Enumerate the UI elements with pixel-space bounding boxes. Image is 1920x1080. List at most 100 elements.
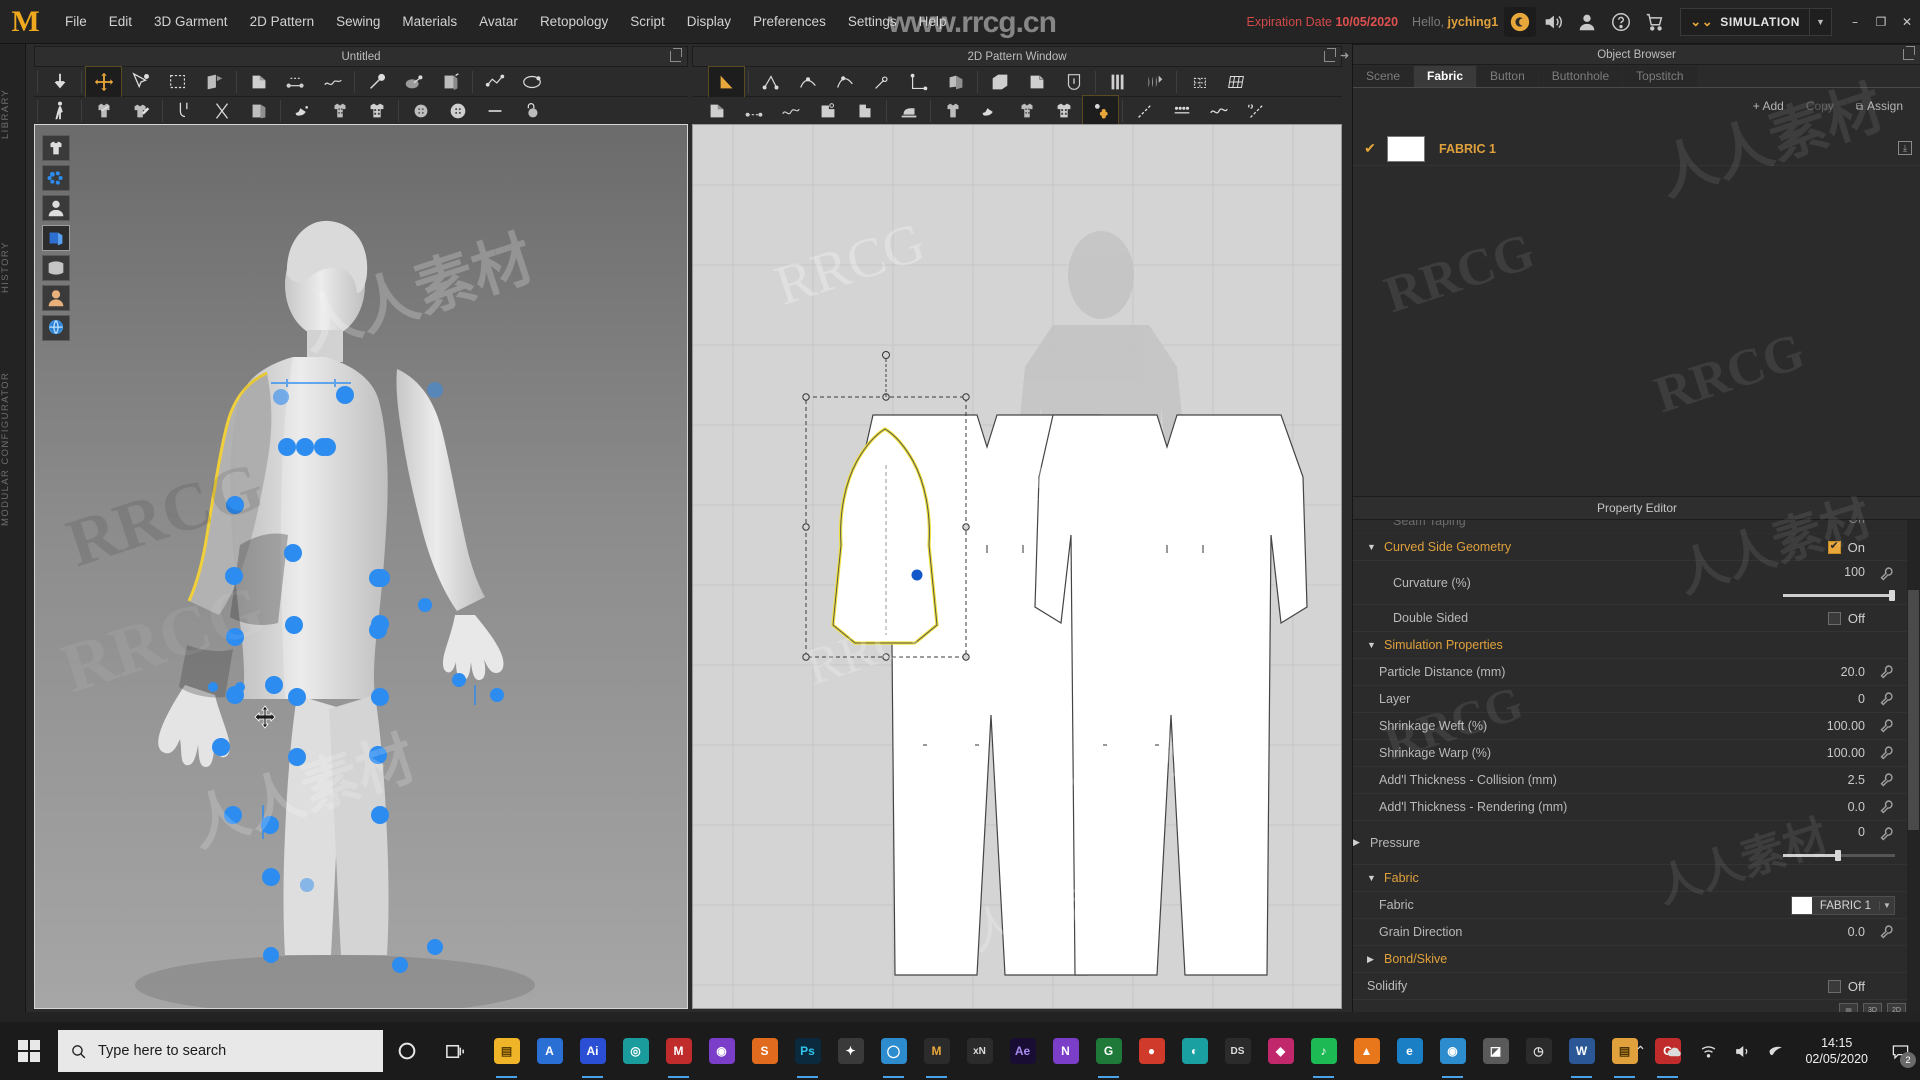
volume-icon[interactable]	[1725, 1022, 1759, 1080]
user-account-icon[interactable]	[1570, 0, 1604, 44]
layer-value[interactable]: 0	[1858, 692, 1865, 706]
tool-buttonhole-shirt-icon[interactable]	[358, 95, 395, 127]
double-sided-toggle[interactable]: Off	[1827, 611, 1865, 626]
taskbar-app-16[interactable]: ◐	[1173, 1022, 1216, 1080]
wrench-icon[interactable]	[1879, 924, 1895, 940]
property-group-curved-side-geometry[interactable]: ▼ Curved Side Geometry On	[1353, 534, 1907, 561]
property-row-grain-direction[interactable]: Grain Direction 0.0	[1353, 919, 1907, 946]
property-row-seam-taping[interactable]: Seam Taping On	[1353, 520, 1907, 534]
fabric-select[interactable]: FABRIC 1 ▼	[1790, 896, 1895, 915]
add-fabric-button[interactable]: + Add	[1744, 96, 1793, 116]
tool-edit-pattern-icon[interactable]	[708, 66, 745, 98]
tool-sew-free-icon[interactable]	[772, 95, 809, 127]
tool-button-icon[interactable]	[402, 95, 439, 127]
taskbar-app-17[interactable]: DS	[1216, 1022, 1259, 1080]
wrench-icon[interactable]	[1879, 826, 1895, 842]
chevron-down-icon[interactable]: ▼	[1367, 873, 1381, 883]
menu-materials[interactable]: Materials	[391, 0, 468, 44]
expand-object-browser-icon[interactable]	[1903, 46, 1915, 60]
taskbar-app-21[interactable]: e	[1388, 1022, 1431, 1080]
wrench-icon[interactable]	[1879, 772, 1895, 788]
list-item[interactable]: ✔ FABRIC 1 ⤓	[1353, 132, 1920, 166]
viewport-3d[interactable]: RRCG 人人素材 人人素材	[34, 124, 688, 1009]
expand-3d-icon[interactable]	[670, 48, 682, 62]
menu-file[interactable]: File	[54, 0, 98, 44]
taskbar-app-19[interactable]: ♪	[1302, 1022, 1345, 1080]
tool-particle-view-icon[interactable]	[1082, 94, 1119, 127]
tab-topstitch[interactable]: Topstitch	[1623, 66, 1697, 87]
wrench-icon[interactable]	[1879, 691, 1895, 707]
tool-curve-point-icon[interactable]	[826, 66, 863, 98]
fabric-color-swatch[interactable]	[1387, 135, 1425, 162]
tool-box-select-icon[interactable]	[159, 66, 196, 98]
tool-transform-icon[interactable]	[85, 66, 122, 98]
pressure-slider[interactable]	[1783, 850, 1895, 861]
tool-avatar-walk-icon[interactable]	[41, 95, 78, 127]
window-minimize-button[interactable]: –	[1842, 11, 1868, 33]
menu-sewing[interactable]: Sewing	[325, 0, 391, 44]
taskbar-app-24[interactable]: ◷	[1517, 1022, 1560, 1080]
tool-fold-arrangement-icon[interactable]	[196, 66, 233, 98]
property-row-particle-distance[interactable]: Particle Distance (mm) 20.0	[1353, 659, 1907, 686]
tool-free-sewing-icon[interactable]	[314, 66, 351, 98]
taskbar-app-8[interactable]: ✦	[829, 1022, 872, 1080]
property-row-addl-thickness-collision[interactable]: Add'l Thickness - Collision (mm) 2.5	[1353, 767, 1907, 794]
curvature-slider[interactable]	[1783, 590, 1895, 601]
taskbar-app-3[interactable]: ◎	[614, 1022, 657, 1080]
wrench-icon[interactable]	[1879, 799, 1895, 815]
show-particles-icon[interactable]	[42, 165, 70, 191]
chevron-right-icon[interactable]: ▶	[1353, 837, 1367, 848]
tool-grade-icon[interactable]	[1180, 66, 1217, 98]
chevron-right-icon[interactable]: ▶	[1367, 954, 1381, 965]
tool-mesh-deform-icon[interactable]	[513, 66, 550, 98]
menu-avatar[interactable]: Avatar	[468, 0, 529, 44]
tool-sew-pattern-icon[interactable]	[698, 95, 735, 127]
taskbar-app-0[interactable]: ▤	[485, 1022, 528, 1080]
tool-buttonhole-2d-icon[interactable]	[1045, 95, 1082, 127]
property-row-fabric[interactable]: Fabric FABRIC 1 ▼	[1353, 892, 1907, 919]
sound-icon[interactable]	[1536, 0, 1570, 44]
menu-3d-garment[interactable]: 3D Garment	[143, 0, 239, 44]
menu-retopology[interactable]: Retopology	[529, 0, 619, 44]
tool-paint-2d-icon[interactable]	[971, 95, 1008, 127]
tool-sew-edit-icon[interactable]	[809, 95, 846, 127]
tool-measure-line-icon[interactable]	[1126, 95, 1163, 127]
pressure-value[interactable]: 0	[1858, 825, 1865, 839]
taskbar-app-6[interactable]: S	[743, 1022, 786, 1080]
tool-pin-icon[interactable]	[358, 66, 395, 98]
wrench-icon[interactable]	[1879, 566, 1895, 582]
expand-2d-icon[interactable]	[1324, 48, 1336, 62]
tab-scene[interactable]: Scene	[1353, 66, 1414, 87]
tool-segment-sewing-icon[interactable]	[277, 66, 314, 98]
tab-fabric[interactable]: Fabric	[1414, 66, 1477, 87]
wifi-icon[interactable]	[1691, 1022, 1725, 1080]
tool-fold-icon[interactable]	[432, 66, 469, 98]
sidebar-item-modular-configurator[interactable]: MODULAR CONFIGURATOR	[0, 334, 26, 564]
taskbar-app-9[interactable]: ◯	[872, 1022, 915, 1080]
show-fabric-icon[interactable]	[42, 255, 70, 281]
property-row-shrinkage-weft[interactable]: Shrinkage Weft (%) 100.00	[1353, 713, 1907, 740]
menu-2d-pattern[interactable]: 2D Pattern	[239, 0, 326, 44]
property-group-simulation-properties[interactable]: ▼ Simulation Properties	[1353, 632, 1907, 659]
shrinkage-weft-value[interactable]: 100.00	[1827, 719, 1865, 733]
property-group-bond-skive[interactable]: ▶ Bond/Skive	[1353, 946, 1907, 973]
menu-help[interactable]: Help	[908, 0, 958, 44]
wrench-icon[interactable]	[1879, 664, 1895, 680]
tool-shirt-icon[interactable]	[934, 95, 971, 127]
tool-garment-edit-icon[interactable]	[122, 95, 159, 127]
sidebar-item-library[interactable]: LIBRARY	[0, 54, 26, 174]
start-button[interactable]	[0, 1022, 58, 1080]
window-close-button[interactable]: ✕	[1894, 11, 1920, 33]
property-row-addl-thickness-rendering[interactable]: Add'l Thickness - Rendering (mm) 0.0	[1353, 794, 1907, 821]
taskbar-app-5[interactable]: ◉	[700, 1022, 743, 1080]
tool-measure-circle-icon[interactable]	[1237, 95, 1274, 127]
property-group-fabric[interactable]: ▼ Fabric	[1353, 865, 1907, 892]
grain-direction-value[interactable]: 0.0	[1848, 925, 1865, 939]
chevron-down-icon[interactable]: ▼	[1879, 901, 1894, 910]
curvature-value[interactable]: 100	[1844, 565, 1865, 579]
property-row-double-sided[interactable]: Double Sided Off	[1353, 605, 1907, 632]
help-circle-icon[interactable]	[1604, 0, 1638, 44]
solidify-toggle[interactable]: Off	[1827, 979, 1865, 994]
property-row-curvature[interactable]: Curvature (%) 100	[1353, 561, 1907, 605]
tool-gravity-icon[interactable]	[41, 66, 78, 98]
